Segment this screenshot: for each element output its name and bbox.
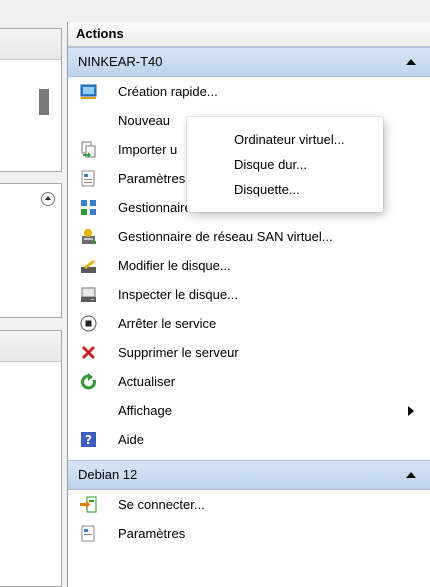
action-refresh[interactable]: Actualiser <box>68 367 430 396</box>
left-panel-bottom-header <box>0 331 61 362</box>
collapse-arrow-icon[interactable] <box>406 472 416 478</box>
left-panel-top-header <box>0 29 61 60</box>
left-panel-bottom <box>0 330 62 587</box>
svg-text:?: ? <box>85 433 92 447</box>
collapse-up-icon[interactable] <box>41 192 55 206</box>
actions-title: Actions <box>68 22 430 47</box>
san-network-icon <box>82 229 96 244</box>
new-submenu-popup: Ordinateur virtuel... Disque dur... Disq… <box>187 117 383 212</box>
action-view[interactable]: Affichage <box>68 396 430 425</box>
refresh-icon <box>81 373 96 390</box>
submenu-arrow-icon <box>408 406 414 416</box>
action-label: Importer u <box>118 142 178 157</box>
group-header-debian-12[interactable]: Debian 12 <box>68 460 430 490</box>
settings-icon <box>81 170 95 187</box>
left-pane <box>0 28 64 587</box>
settings-icon <box>81 525 95 542</box>
virtual-switch-icon <box>81 200 96 215</box>
inspect-disk-icon <box>81 287 96 302</box>
submenu-floppy-disk[interactable]: Disquette... <box>187 177 383 202</box>
action-label: Inspecter le disque... <box>118 287 238 302</box>
action-san-manager[interactable]: Gestionnaire de réseau SAN virtuel... <box>68 222 430 251</box>
collapse-arrow-icon[interactable] <box>406 59 416 65</box>
group-title: Debian 12 <box>78 467 138 482</box>
action-label: Actualiser <box>118 374 176 389</box>
action-label: Supprimer le serveur <box>118 345 239 360</box>
action-label: Se connecter... <box>118 497 205 512</box>
action-settings-debian[interactable]: Paramètres <box>68 519 430 548</box>
action-label: Création rapide... <box>118 84 218 99</box>
action-label: Gestionnaire de réseau SAN virtuel... <box>118 229 333 244</box>
submenu-virtual-machine[interactable]: Ordinateur virtuel... <box>187 127 383 152</box>
stop-icon <box>80 315 97 332</box>
action-label: Affichage <box>118 403 172 418</box>
group-title: NINKEAR-T40 <box>78 54 163 69</box>
delete-icon <box>82 346 95 359</box>
action-inspect-disk[interactable]: Inspecter le disque... <box>68 280 430 309</box>
action-help[interactable]: ? Aide <box>68 425 430 454</box>
action-label: Arrêter le service <box>118 316 217 331</box>
action-label: Paramètres <box>118 526 186 541</box>
import-icon <box>81 141 96 158</box>
connect-icon <box>80 496 97 513</box>
submenu-hard-disk[interactable]: Disque dur... <box>187 152 383 177</box>
action-label: Modifier le disque... <box>118 258 231 273</box>
left-panel-top <box>0 28 62 172</box>
action-connect[interactable]: Se connecter... <box>68 490 430 519</box>
action-label: Nouveau <box>118 113 171 128</box>
action-edit-disk[interactable]: Modifier le disque... <box>68 251 430 280</box>
actions-pane: Actions NINKEAR-T40 Création rapide... N… <box>67 22 430 587</box>
action-remove-server[interactable]: Supprimer le serveur <box>68 338 430 367</box>
group-header-ninkear-t40[interactable]: NINKEAR-T40 <box>68 47 430 77</box>
quick-create-icon <box>80 84 97 99</box>
action-quick-create[interactable]: Création rapide... <box>68 77 430 106</box>
help-icon: ? <box>81 432 96 447</box>
action-label: Paramètres <box>118 171 186 186</box>
action-label: Aide <box>118 432 145 447</box>
left-panel-middle <box>0 183 62 318</box>
scrollbar-thumb[interactable] <box>39 89 49 115</box>
edit-disk-icon <box>81 260 96 273</box>
action-stop-service[interactable]: Arrêter le service <box>68 309 430 338</box>
hyper-v-manager-window: Actions NINKEAR-T40 Création rapide... N… <box>0 0 430 587</box>
